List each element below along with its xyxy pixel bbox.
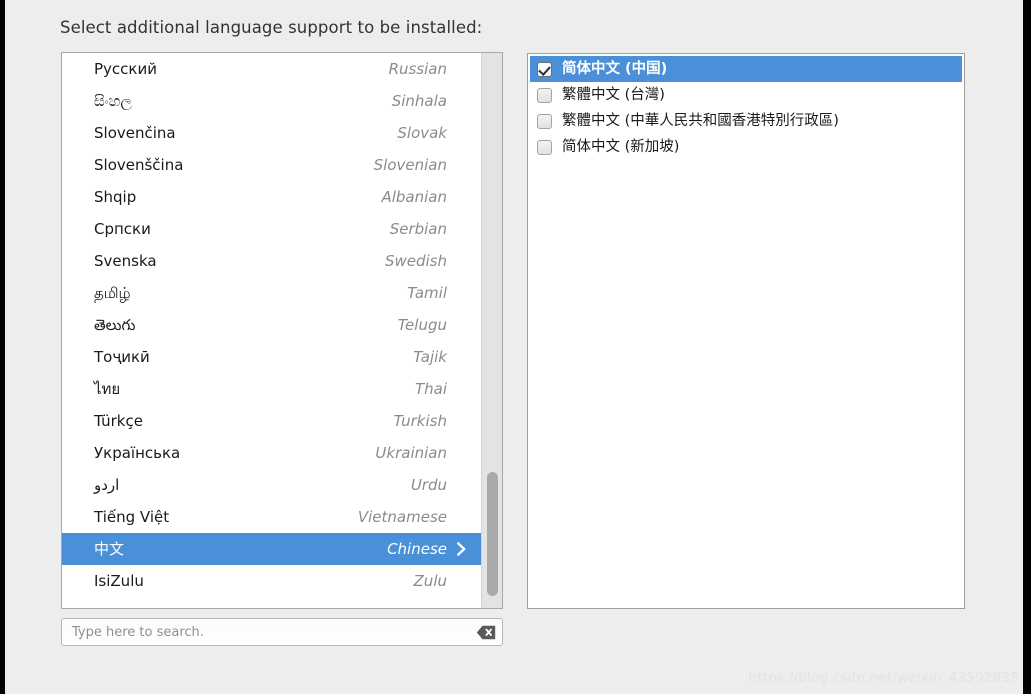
variant-row[interactable]: 简体中文 (中国) [530, 56, 962, 82]
language-list[interactable]: Русский Russian සිංහල Sinhala Slovenčina Slov… [62, 53, 481, 608]
variant-label: 繁體中文 (中華人民共和國香港特別行政區) [562, 112, 839, 129]
language-row[interactable]: Shqip Albanian [62, 181, 481, 213]
variant-checkbox[interactable] [537, 87, 552, 103]
language-row[interactable]: Українська Ukrainian [62, 437, 481, 469]
language-row[interactable]: Svenska Swedish [62, 245, 481, 277]
language-native-name: తెలుగు [94, 315, 136, 334]
language-native-name: 中文 [94, 539, 125, 558]
language-english-name: Swedish [384, 251, 447, 270]
language-english-name: Tajik [413, 347, 447, 366]
language-row[interactable]: Tiếng Việt Vietnamese [62, 501, 481, 533]
language-english-name: Serbian [389, 219, 447, 238]
language-english-name: Sinhala [391, 91, 447, 110]
language-native-name: Türkçe [94, 411, 143, 430]
language-english-name: Slovenian [373, 155, 447, 174]
language-native-name: Shqip [94, 187, 137, 206]
language-native-name: ไทย [94, 379, 121, 398]
scrollbar-thumb[interactable] [487, 472, 498, 596]
language-native-name: Slovenčina [94, 123, 176, 142]
language-english-name: Chinese [387, 539, 447, 558]
language-variant-panel: 简体中文 (中国) 繁體中文 (台灣) 繁體中文 (中華人民共和國香港特別行政區) 简… [527, 53, 965, 609]
language-row-right: Tamil [407, 283, 467, 302]
language-english-name: Urdu [410, 475, 447, 494]
language-row[interactable]: 中文 Chinese [62, 533, 481, 565]
language-row-right: Serbian [389, 219, 467, 238]
language-row[interactable]: Русский Russian [62, 53, 481, 85]
language-row-right: Thai [414, 379, 467, 398]
page-title: Select additional language support to be… [60, 18, 483, 37]
clear-backspace-icon[interactable] [476, 625, 496, 640]
language-row[interactable]: Slovenčina Slovak [62, 117, 481, 149]
language-list-scrollbar[interactable] [481, 53, 502, 608]
language-row[interactable]: اردو Urdu [62, 469, 481, 501]
variant-row[interactable]: 繁體中文 (台灣) [530, 82, 962, 108]
language-row[interactable]: Türkçe Turkish [62, 405, 481, 437]
language-native-name: සිංහල [94, 91, 132, 110]
language-row[interactable]: සිංහල Sinhala [62, 85, 481, 117]
language-row[interactable]: தமிழ் Tamil [62, 277, 481, 309]
language-row-right: Zulu [413, 571, 467, 590]
language-row-right: Albanian [381, 187, 467, 206]
search-box[interactable] [61, 618, 503, 646]
variant-row[interactable]: 简体中文 (新加坡) [530, 134, 962, 160]
language-row-right: Slovak [397, 123, 467, 142]
variant-label: 简体中文 (中国) [562, 60, 668, 77]
right-bezel-strip [1023, 0, 1031, 694]
language-english-name: Vietnamese [357, 507, 447, 526]
language-row-right: Slovenian [373, 155, 467, 174]
variant-label: 繁體中文 (台灣) [562, 86, 665, 103]
language-row-right: Chinese [387, 539, 467, 558]
language-row-right: Sinhala [391, 91, 467, 110]
variant-row[interactable]: 繁體中文 (中華人民共和國香港特別行政區) [530, 108, 962, 134]
language-english-name: Zulu [413, 571, 447, 590]
language-native-name: Українська [94, 443, 181, 462]
language-row-right: Telugu [397, 315, 467, 334]
language-native-name: Slovenščina [94, 155, 184, 174]
language-list-panel: Русский Russian සිංහල Sinhala Slovenčina Slov… [61, 52, 503, 609]
language-row[interactable]: Slovenščina Slovenian [62, 149, 481, 181]
search-input[interactable] [72, 619, 476, 645]
language-native-name: Tiếng Việt [94, 507, 170, 526]
language-native-name: Тоҷикӣ [94, 347, 150, 366]
variant-label: 简体中文 (新加坡) [562, 138, 680, 155]
language-row-right: Swedish [384, 251, 467, 270]
language-native-name: IsiZulu [94, 571, 144, 590]
language-english-name: Ukrainian [375, 443, 447, 462]
language-english-name: Albanian [381, 187, 447, 206]
language-row-right: Ukrainian [375, 443, 467, 462]
language-native-name: தமிழ் [94, 283, 131, 302]
language-native-name: Русский [94, 59, 157, 78]
language-english-name: Slovak [397, 123, 447, 142]
language-row-right: Tajik [413, 347, 467, 366]
language-row[interactable]: తెలుగు Telugu [62, 309, 481, 341]
variant-checkbox[interactable] [537, 113, 552, 129]
language-row[interactable]: Српски Serbian [62, 213, 481, 245]
chevron-right-icon [456, 542, 467, 556]
language-row[interactable]: ไทย Thai [62, 373, 481, 405]
language-row-right: Urdu [410, 475, 467, 494]
variant-checkbox[interactable] [537, 61, 552, 77]
language-english-name: Thai [414, 379, 447, 398]
language-native-name: اردو [94, 475, 120, 494]
language-english-name: Telugu [397, 315, 447, 334]
language-english-name: Tamil [407, 283, 447, 302]
language-row-right: Turkish [393, 411, 467, 430]
language-row-right: Vietnamese [357, 507, 467, 526]
language-native-name: Српски [94, 219, 151, 238]
left-bezel-strip [0, 0, 5, 694]
language-row[interactable]: Тоҷикӣ Tajik [62, 341, 481, 373]
language-native-name: Svenska [94, 251, 157, 270]
variant-checkbox[interactable] [537, 139, 552, 155]
watermark: https://blog.csdn.net/weixin_43592835 [748, 670, 1019, 686]
language-english-name: Russian [388, 59, 447, 78]
language-row-right: Russian [388, 59, 467, 78]
language-row[interactable]: IsiZulu Zulu [62, 565, 481, 597]
language-english-name: Turkish [393, 411, 447, 430]
